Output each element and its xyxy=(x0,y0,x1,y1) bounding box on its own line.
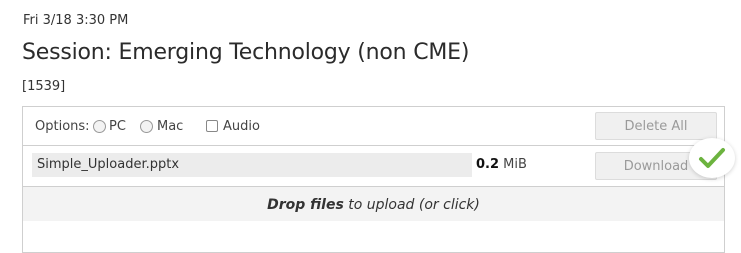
file-size-unit: MiB xyxy=(503,157,527,172)
checkmark-icon xyxy=(699,148,725,168)
file-name-bar: Simple_Uploader.pptx xyxy=(32,153,472,177)
delete-all-button[interactable]: Delete All xyxy=(595,112,717,140)
pc-radio-label[interactable]: PC xyxy=(109,119,126,134)
mac-radio-label[interactable]: Mac xyxy=(157,119,183,134)
session-datetime: Fri 3/18 3:30 PM xyxy=(23,13,129,28)
pc-radio[interactable] xyxy=(93,120,106,133)
file-size: 0.2 MiB xyxy=(476,157,527,172)
dropzone-text-rest: to upload (or click) xyxy=(343,197,480,213)
file-row: Simple_Uploader.pptx 0.2 MiB Download xyxy=(23,146,724,187)
options-row: Options: PC Mac Audio Delete All xyxy=(23,107,724,146)
file-size-value: 0.2 xyxy=(476,157,500,172)
options-label: Options: xyxy=(35,119,90,134)
session-code: [1539] xyxy=(22,79,66,94)
dropzone[interactable]: Drop files to upload (or click) xyxy=(23,187,724,221)
uploader-panel: Options: PC Mac Audio Delete All Simple_… xyxy=(22,106,725,253)
dropzone-text-bold: Drop files xyxy=(267,197,344,213)
page-title: Session: Emerging Technology (non CME) xyxy=(22,40,470,65)
audio-checkbox-label[interactable]: Audio xyxy=(223,119,260,134)
upload-complete-badge xyxy=(689,138,735,178)
file-name: Simple_Uploader.pptx xyxy=(37,157,180,172)
mac-radio[interactable] xyxy=(140,120,153,133)
audio-checkbox[interactable] xyxy=(206,120,218,132)
dropzone-text: Drop files to upload (or click) xyxy=(23,197,724,213)
